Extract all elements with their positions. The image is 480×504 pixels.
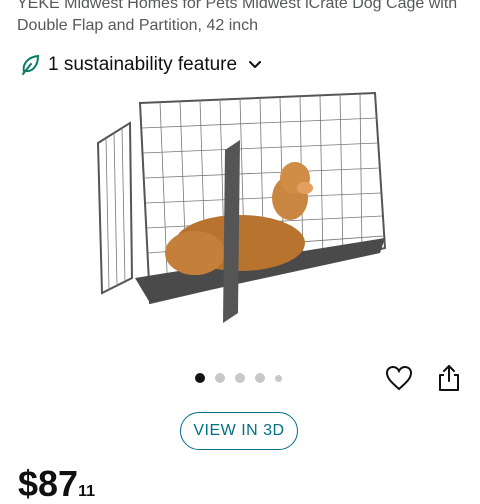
carousel-dot[interactable]: [275, 374, 282, 382]
product-title: YEKE Midwest Homes for Pets Midwest iCra…: [17, 0, 458, 34]
chevron-down-icon: [249, 61, 262, 68]
heart-icon[interactable]: [385, 365, 413, 391]
image-carousel-dots[interactable]: [195, 373, 282, 383]
carousel-dot[interactable]: [235, 373, 245, 383]
carousel-dot[interactable]: [255, 373, 265, 383]
product-image[interactable]: [90, 88, 390, 328]
price-whole: $87: [18, 463, 79, 504]
price-fraction: 11: [78, 483, 95, 500]
carousel-dot[interactable]: [195, 373, 205, 383]
price: $8711: [18, 464, 95, 504]
sustainability-label: 1 sustainability feature: [48, 54, 238, 75]
carousel-dot[interactable]: [215, 373, 225, 383]
share-icon[interactable]: [436, 364, 462, 392]
view-in-3d-button[interactable]: VIEW IN 3D: [180, 412, 298, 450]
sustainability-feature-toggle[interactable]: 1 sustainability feature: [20, 53, 263, 77]
leaf-icon: [22, 54, 40, 75]
